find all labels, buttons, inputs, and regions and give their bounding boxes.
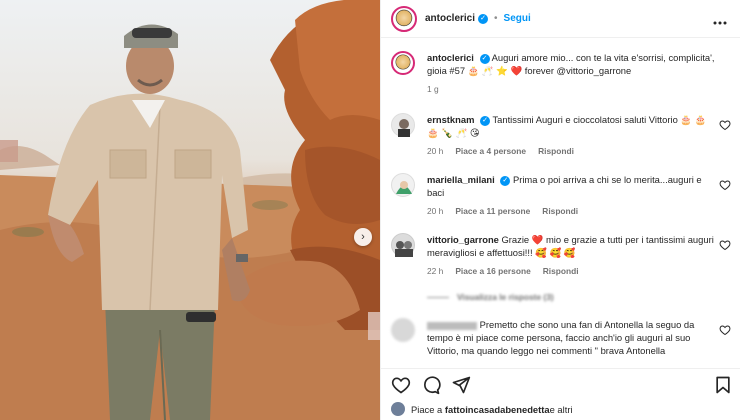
comment-likes-link[interactable]: Piace a 11 persone [455, 205, 530, 218]
reply-button[interactable]: Rispondi [542, 205, 578, 218]
caption-body: antoclerici ✓ Auguri amore mio... con te… [427, 51, 717, 96]
comment-likes-link[interactable]: Piace a 4 persone [455, 145, 526, 158]
commenter-avatar[interactable] [391, 173, 415, 197]
liked-by: Piace a fattoincasadabenedetta e altri [391, 402, 573, 416]
commenter-avatar[interactable] [391, 113, 415, 137]
caption-username[interactable]: antoclerici [427, 52, 474, 63]
separator-dot: • [494, 13, 498, 24]
next-photo-button[interactable]: › [354, 228, 372, 246]
liked-by-suffix: e altri [549, 403, 573, 415]
comment-time: 20 h [427, 206, 444, 216]
follow-button[interactable]: Segui [504, 13, 531, 24]
heart-icon[interactable] [719, 119, 731, 131]
more-icon[interactable] [713, 12, 727, 25]
commenter-username[interactable]: ernstknam [427, 114, 474, 125]
desert-photo-illustration [0, 0, 380, 420]
commenter-avatar[interactable] [391, 233, 415, 257]
instagram-post-modal: › antoclerici ✓ • Segui antoclerici ✓ Au… [0, 0, 740, 420]
comment-icon[interactable] [421, 375, 441, 395]
replies-line [427, 296, 449, 298]
post-photo: › [0, 0, 380, 420]
comment-meta: 20 h Piace a 4 persone Rispondi [427, 145, 717, 158]
comment-meta: 20 h Piace a 11 persone Rispondi [427, 205, 717, 218]
heart-icon[interactable] [391, 375, 411, 395]
caption-avatar[interactable] [391, 51, 415, 75]
comment-body: Premetto che sono una fan di Antonella l… [427, 318, 717, 357]
post-header: antoclerici ✓ • Segui [381, 0, 740, 38]
view-replies-label: Visualizza le risposte (3) [457, 292, 554, 302]
liker-avatar[interactable] [391, 402, 405, 416]
comment-likes-link[interactable]: Piace a 16 persone [455, 265, 530, 278]
comments-list: antoclerici ✓ Auguri amore mio... con te… [381, 39, 740, 367]
comment-body: vittorio_garrone Grazie ❤️ mio e grazie … [427, 233, 717, 278]
share-icon[interactable] [451, 375, 471, 395]
liked-by-prefix: Piace a [411, 403, 443, 415]
action-bar [381, 368, 740, 400]
heart-icon[interactable] [719, 179, 731, 191]
comment-meta: 22 h Piace a 16 persone Rispondi [427, 265, 717, 278]
verified-badge-icon: ✓ [479, 53, 490, 64]
comments-panel: antoclerici ✓ • Segui antoclerici ✓ Augu… [380, 0, 740, 420]
caption-meta: 1 g [427, 83, 717, 96]
caption-time: 1 g [427, 84, 439, 94]
heart-icon[interactable] [719, 239, 731, 251]
verified-badge-icon: ✓ [480, 115, 491, 126]
verified-badge-icon: ✓ [500, 175, 511, 186]
liked-by-user[interactable]: fattoincasadabenedetta [445, 404, 550, 415]
heart-icon[interactable] [719, 324, 731, 336]
verified-badge-icon: ✓ [478, 13, 489, 24]
comment-time: 20 h [427, 146, 444, 156]
commenter-username[interactable]: vittorio_garrone [427, 234, 499, 245]
reply-button[interactable]: Rispondi [543, 265, 579, 278]
blurred-username [427, 321, 477, 330]
comment-time: 22 h [427, 266, 444, 276]
reply-button[interactable]: Rispondi [538, 145, 574, 158]
view-replies-button[interactable]: Visualizza le risposte (3) [427, 292, 554, 302]
author-username[interactable]: antoclerici [425, 13, 475, 24]
comment-body: ernstknam ✓ Tantissimi Auguri e cioccola… [427, 113, 717, 158]
comment-body: mariella_milani ✓ Prima o poi arriva a c… [427, 173, 717, 218]
commenter-username[interactable]: mariella_milani [427, 174, 495, 185]
author-avatar[interactable] [391, 5, 417, 32]
bookmark-icon[interactable] [713, 375, 733, 395]
commenter-avatar[interactable] [391, 318, 415, 342]
